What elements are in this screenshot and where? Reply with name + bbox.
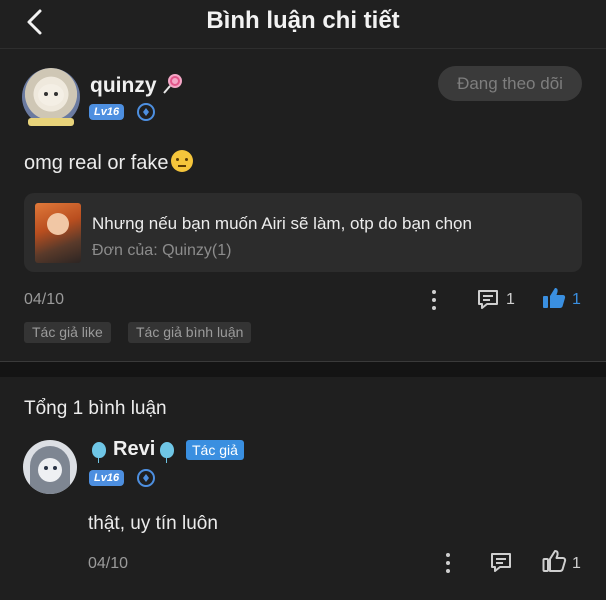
author-badge: Tác giả (186, 440, 244, 460)
reply-like-count: 1 (572, 555, 581, 572)
comment-date: 04/10 (24, 291, 65, 308)
reply-level-badge: Lv16 (89, 470, 125, 486)
like-count: 1 (572, 291, 581, 308)
section-divider (0, 361, 606, 377)
author-commented-tag: Tác giả bình luận (128, 322, 252, 343)
post-thumbnail (35, 203, 81, 263)
balloon-icon (160, 442, 174, 463)
reply-date: 04/10 (88, 555, 129, 572)
reply-username[interactable]: Revi (113, 438, 155, 461)
reply-more-options-icon[interactable] (446, 553, 450, 573)
page-title: Bình luận chi tiết (206, 7, 400, 34)
diamond-icon (137, 103, 155, 121)
comment-icon (491, 553, 511, 572)
raised-eyebrow-emoji-icon (170, 150, 193, 172)
comment-icon (478, 290, 498, 309)
comment-text: omg real or fake (24, 150, 193, 175)
author-liked-tag: Tác giả like (24, 322, 111, 343)
reply-text: thật, uy tín luôn (88, 513, 218, 534)
thumbs-up-outline-icon (542, 550, 567, 572)
balloon-icon (92, 442, 106, 463)
following-button[interactable]: Đang theo dõi (438, 66, 582, 101)
quoted-post-subtitle: Đơn của: Quinzy(1) (92, 242, 232, 259)
like-button[interactable] (541, 285, 567, 316)
avatar[interactable] (22, 68, 80, 126)
total-comments-label: Tổng 1 bình luận (24, 398, 167, 419)
reply-button[interactable] (476, 287, 500, 316)
reply-avatar[interactable] (23, 440, 77, 494)
thumbs-up-icon (543, 288, 566, 308)
username[interactable]: quinzy (90, 72, 184, 100)
reply-comment-button[interactable] (489, 550, 513, 579)
level-badge: Lv16 (89, 104, 125, 120)
reply-like-button[interactable] (541, 548, 567, 579)
more-options-icon[interactable] (432, 290, 436, 310)
lollipop-icon (162, 72, 184, 100)
reply-count: 1 (506, 291, 515, 308)
diamond-icon (137, 469, 155, 487)
quoted-post-title: Nhưng nếu bạn muốn Airi sẽ làm, otp do b… (92, 214, 472, 233)
